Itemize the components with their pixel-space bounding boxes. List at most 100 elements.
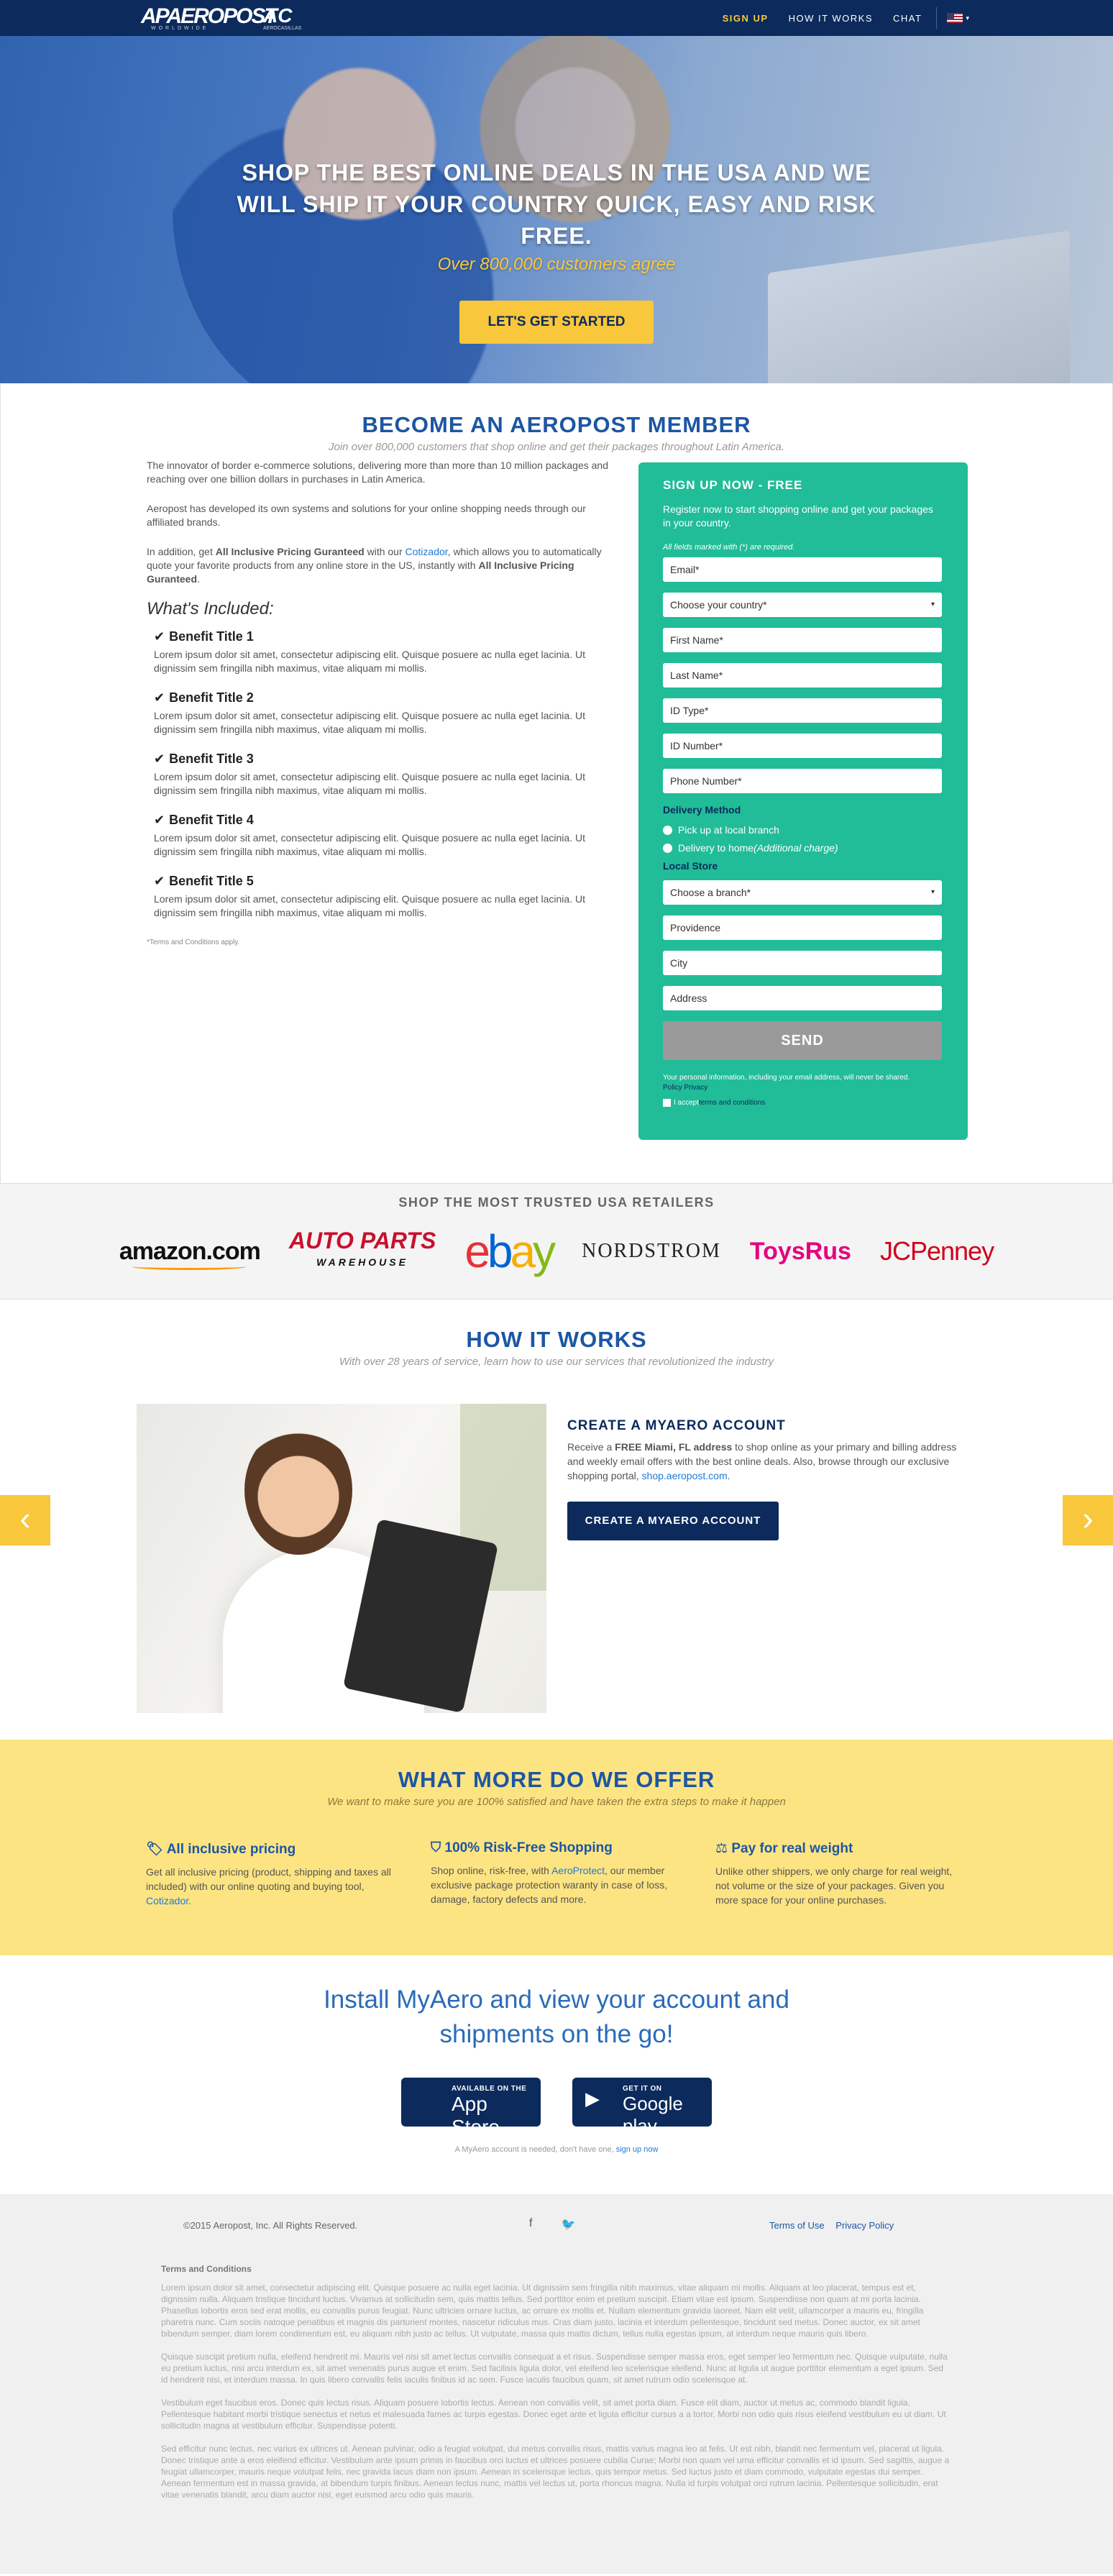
privacy-text: Your personal information, including you… [663, 1074, 910, 1082]
benefit-title-text: Benefit Title 1 [169, 629, 254, 644]
chevron-down-icon: ▾ [930, 600, 935, 608]
google-play-button[interactable]: ▶ GET IT ON Google play [572, 2078, 712, 2137]
hero-tagline: Over 800,000 customers agree [437, 255, 676, 274]
first-name-field[interactable]: First Name* [663, 628, 942, 652]
amazon-logo[interactable]: amazon.com [119, 1238, 261, 1270]
offer-text: . [188, 1895, 192, 1906]
ebay-letter: e [464, 1225, 490, 1277]
sign-up-link[interactable]: sign up now [616, 2145, 659, 2154]
app-store-button[interactable]: AVAILABLE ON THE App Store [401, 2078, 541, 2138]
benefit-item: ✔ Benefit Title 5 Lorem ipsum dolor sit a… [154, 874, 614, 920]
chevron-left-icon[interactable]: ‹ [0, 1495, 50, 1545]
legal-paragraph: Sed efficitur nunc lectus, nec varius ex… [161, 2444, 950, 2500]
id-type-field[interactable]: ID Type* [663, 698, 942, 723]
store-buttons: AVAILABLE ON THE App Store ▶ GET IT ON G… [0, 2078, 1113, 2138]
offer-real-weight: ⚖ Pay for real weight Unlike other shipp… [715, 1840, 968, 1908]
branch-select[interactable]: Choose a branch* ▾ [663, 880, 942, 905]
jcpenney-logo[interactable]: JCPenney [880, 1236, 994, 1266]
check-icon: ✔ [154, 813, 165, 827]
send-button[interactable]: SEND [663, 1021, 942, 1060]
country-select[interactable]: Choose your country* ▾ [663, 593, 942, 617]
us-flag-icon[interactable] [947, 13, 963, 23]
phone-field[interactable]: Phone Number* [663, 769, 942, 793]
photo-tablet [342, 1518, 499, 1713]
benefit-item: ✔ Benefit Title 1 Lorem ipsum dolor sit a… [154, 630, 614, 675]
accept-terms-checkbox[interactable]: I accept terms and conditions [663, 1099, 943, 1107]
logo-subtext: WORLDWIDE [151, 26, 209, 31]
autoparts-warehouse-logo[interactable]: AUTO PARTS WAREHOUSE [289, 1229, 436, 1273]
address-field[interactable]: Address [663, 986, 942, 1010]
retailers-section: SHOP THE MOST TRUSTED USA RETAILERS amaz… [0, 1183, 1113, 1300]
terms-link[interactable]: terms and conditions [699, 1099, 765, 1107]
app-account-note: A MyAero account is needed, don't have o… [0, 2145, 1113, 2154]
hero-banner: SHOP THE BEST ONLINE DEALS IN THE USA AN… [0, 36, 1113, 383]
member-paragraph-1: The innovator of border e-commerce solut… [147, 460, 609, 485]
privacy-policy-link[interactable]: Privacy Policy [835, 2220, 894, 2231]
toysrus-logo[interactable]: ToysRus [750, 1238, 851, 1266]
logo-mark: AP [141, 4, 168, 28]
last-name-field[interactable]: Last Name* [663, 663, 942, 688]
how-it-works-section: HOW IT WORKS With over 28 years of servi… [0, 1300, 1113, 1740]
branch-select-label: Choose a branch* [670, 887, 751, 898]
radio-circle[interactable] [663, 825, 672, 835]
ebay-logo[interactable]: ebay [464, 1225, 556, 1278]
p3-text: In addition, get [147, 546, 216, 557]
retailers-title: SHOP THE MOST TRUSTED USA RETAILERS [398, 1195, 715, 1210]
get-started-button[interactable]: LET'S GET STARTED [459, 301, 654, 344]
accept-label: I accept [674, 1099, 700, 1107]
offer-risk-free-text: Shop online, risk-free, with AeroProtect… [431, 1863, 684, 1906]
privacy-policy-link[interactable]: Policy Privacy [663, 1084, 707, 1092]
offer-pricing-title-text: All inclusive pricing [166, 1842, 296, 1857]
offer-real-weight-text: Unlike other shippers, we only charge fo… [715, 1865, 953, 1906]
shop-portal-link[interactable]: shop.aeropost.com [642, 1470, 728, 1481]
delivery-method-label: Delivery Method [663, 804, 741, 816]
nav-divider [936, 7, 938, 29]
cotizador-link[interactable]: Cotizador [406, 546, 448, 557]
offer-risk-free: ⛉ 100% Risk-Free Shopping Shop online, r… [431, 1840, 684, 1908]
benefit-text: Lorem ipsum dolor sit amet, consectetur … [154, 832, 585, 857]
nav-chat[interactable]: CHAT [883, 13, 932, 24]
checkbox-box[interactable] [663, 1099, 671, 1107]
chevron-right-icon[interactable]: › [1063, 1495, 1113, 1545]
p3-text: . [197, 573, 200, 585]
google-play-small: GET IT ON [623, 2085, 662, 2093]
terms-footnote: *Terms and Conditions apply. [147, 938, 240, 946]
cotizador-link[interactable]: Cotizador [146, 1895, 188, 1906]
footer-links: Terms of Use Privacy Policy [769, 2220, 902, 2231]
app-store-label: App Store [452, 2093, 500, 2138]
nordstrom-logo[interactable]: NORDSTROM [582, 1240, 721, 1263]
nav-how-it-works[interactable]: HOW IT WORKS [779, 13, 883, 24]
benefit-title-text: Benefit Title 2 [169, 690, 254, 705]
legal-paragraph: Quisque suscipit pretium nulla, eleifend… [161, 2352, 948, 2385]
providence-field[interactable]: Providence [663, 915, 942, 940]
nav-sign-up[interactable]: SIGN UP [713, 13, 779, 24]
terms-of-use-link[interactable]: Terms of Use [769, 2220, 825, 2231]
id-number-field[interactable]: ID Number* [663, 734, 942, 758]
facebook-icon[interactable]: f [529, 2217, 532, 2232]
retailer-logos: amazon.com AUTO PARTS WAREHOUSE ebay NORD… [0, 1225, 1113, 1278]
tag-icon: 🏷 [146, 1842, 164, 1857]
email-field[interactable]: Email* [663, 557, 942, 582]
how-subtitle: With over 28 years of service, learn how… [339, 1356, 774, 1368]
city-field[interactable]: City [663, 951, 942, 975]
member-description: The innovator of border e-commerce solut… [147, 459, 614, 949]
pickup-radio[interactable]: Pick up at local branch [663, 824, 943, 836]
check-icon: ✔ [154, 752, 165, 766]
offer-text: Get all inclusive pricing (product, ship… [146, 1866, 391, 1892]
benefit-item: ✔ Benefit Title 3 Lorem ipsum dolor sit a… [154, 752, 614, 798]
aeropost-logo[interactable]: APAEROPOST WORLDWIDE AC AEROCASILLAS [141, 4, 301, 31]
chevron-down-icon[interactable]: ▾ [966, 14, 969, 22]
benefit-title-text: Benefit Title 4 [169, 813, 254, 827]
app-title: Install MyAero and view your account and… [324, 1986, 789, 2048]
radio-circle[interactable] [663, 843, 672, 853]
hero-headline: SHOP THE BEST ONLINE DEALS IN THE USA AN… [237, 160, 876, 249]
p3-text: with our [364, 546, 406, 557]
benefit-title: ✔ Benefit Title 4 [154, 813, 614, 827]
aerocasillas-subtext: AEROCASILLAS [263, 26, 302, 31]
create-account-button[interactable]: CREATE A MYAERO ACCOUNT [567, 1502, 779, 1540]
benefit-text: Lorem ipsum dolor sit amet, consectetur … [154, 649, 585, 674]
home-delivery-radio[interactable]: Delivery to home (Additional charge) [663, 842, 943, 854]
twitter-icon[interactable]: 🐦 [561, 2217, 575, 2232]
aeroprotect-link[interactable]: AeroProtect [551, 1865, 605, 1876]
benefit-text: Lorem ipsum dolor sit amet, consectetur … [154, 893, 585, 918]
